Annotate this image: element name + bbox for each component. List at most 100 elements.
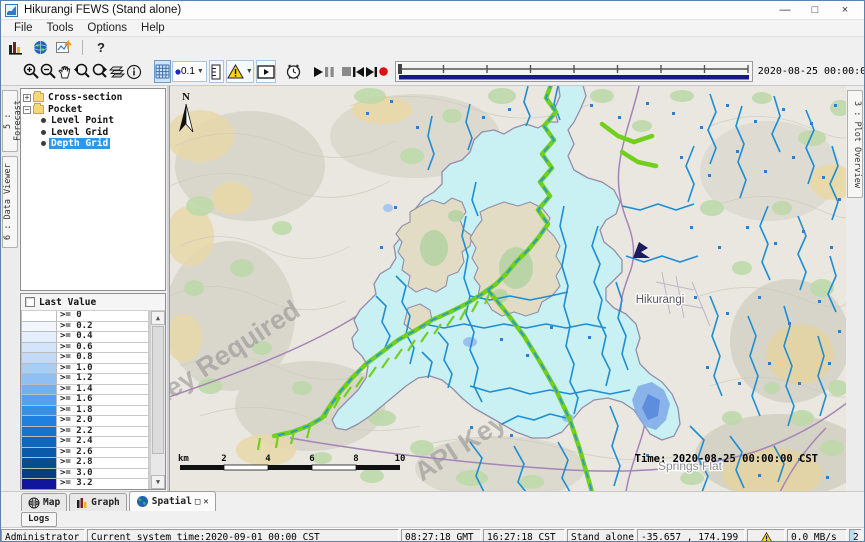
- map-time-label: Time: 2020-08-25 00:00:00 CST: [635, 453, 818, 465]
- tree-item-label[interactable]: Level Point: [49, 115, 116, 126]
- record-icon: [378, 66, 389, 77]
- tree-item-label[interactable]: Pocket: [46, 104, 84, 115]
- layers-button[interactable]: [109, 60, 126, 83]
- zoom-in-icon: [23, 63, 40, 80]
- ruler-button[interactable]: [209, 60, 224, 83]
- bullet-icon: [41, 130, 46, 135]
- collapse-icon[interactable]: −: [23, 106, 31, 114]
- tree-item-label[interactable]: Cross-section: [46, 92, 124, 103]
- step-forward-button[interactable]: [365, 60, 378, 83]
- tab-map[interactable]: Map: [21, 493, 67, 511]
- map-viewport[interactable]: API Key Required API Key Required: [169, 86, 846, 491]
- threshold-combo[interactable]: 0.1 ▼: [172, 61, 207, 82]
- status-warning[interactable]: [747, 529, 785, 542]
- tree-item-cross-section[interactable]: + Cross-section: [21, 92, 165, 104]
- legend-row: >= 0: [21, 311, 149, 322]
- expand-icon[interactable]: +: [23, 94, 31, 102]
- svg-text:4: 4: [265, 454, 271, 464]
- zoom-out-icon: [40, 63, 57, 80]
- legend-swatch-8: [21, 395, 57, 406]
- tab-graph-label: Graph: [91, 497, 120, 508]
- time-slider-handle[interactable]: [398, 64, 402, 74]
- threshold-value: 0.1: [181, 66, 195, 77]
- status-bar: Administrator Current system time:2020-0…: [1, 528, 864, 542]
- legend-swatch-13: [21, 448, 57, 459]
- grid-overlay-button[interactable]: [154, 60, 171, 83]
- legend-row: >= 3.2: [21, 479, 149, 489]
- play-button[interactable]: [312, 60, 324, 83]
- data-viewer-panel: + Cross-section − Pocket Level Point Lev…: [19, 86, 169, 491]
- pause-button[interactable]: [324, 60, 335, 83]
- tree-item-level-point[interactable]: Level Point: [21, 115, 165, 127]
- tab-forecast[interactable]: 5 : Forecast: [2, 90, 18, 152]
- timer-button[interactable]: [285, 60, 302, 83]
- zoom-in-button[interactable]: [23, 60, 40, 83]
- tab-spatial[interactable]: Spatial □ ✕: [129, 491, 216, 511]
- legend-scrollbar[interactable]: ▲ ▼: [150, 311, 165, 489]
- logs-row: Logs: [1, 511, 864, 528]
- logs-tab[interactable]: Logs: [21, 512, 57, 527]
- legend-swatch-3: [21, 343, 57, 354]
- toolbar-separator: [82, 40, 83, 55]
- tree-item-pocket[interactable]: − Pocket: [21, 104, 165, 116]
- alarm-clock-icon: [285, 63, 302, 80]
- scroll-up-icon[interactable]: ▲: [151, 311, 165, 325]
- time-slider[interactable]: [395, 61, 753, 82]
- close-button[interactable]: ×: [830, 2, 860, 19]
- spatial-display-button[interactable]: [28, 38, 52, 57]
- zoom-next-button[interactable]: [91, 60, 109, 83]
- record-button[interactable]: [378, 60, 389, 83]
- map-canvas[interactable]: API Key Required API Key Required: [170, 86, 846, 491]
- title-bar: Hikurangi FEWS (Stand alone) — □ ×: [1, 1, 864, 20]
- thresholds-warning-button[interactable]: ▼: [226, 60, 254, 83]
- menu-help[interactable]: Help: [134, 22, 172, 34]
- info-button[interactable]: [126, 60, 142, 83]
- chart-arrow-icon: [56, 40, 73, 55]
- scroll-thumb[interactable]: [152, 326, 164, 454]
- restore-pane-icon[interactable]: □: [195, 497, 200, 507]
- tab-data-viewer[interactable]: 6 : Data Viewer: [2, 156, 18, 248]
- folder-icon: [33, 93, 44, 102]
- info-icon: [126, 64, 142, 80]
- grid-display-button[interactable]: [52, 38, 76, 57]
- chevron-down-icon: ▼: [246, 68, 253, 75]
- help-button[interactable]: ?: [89, 38, 113, 57]
- tree-item-label-selected[interactable]: Depth Grid: [49, 138, 110, 149]
- zoom-next-icon: [91, 63, 109, 80]
- close-pane-icon[interactable]: ✕: [203, 497, 208, 507]
- menu-tools[interactable]: Tools: [40, 22, 81, 34]
- pan-hand-icon: [57, 64, 73, 80]
- legend-panel: Last Value >= 0 >= 0.2 >= 0.4 >= 0.6 >= …: [20, 293, 166, 490]
- tree-item-label[interactable]: Level Grid: [49, 127, 110, 138]
- tab-graph[interactable]: Graph: [69, 493, 127, 511]
- tree-item-level-grid[interactable]: Level Grid: [21, 127, 165, 139]
- zoom-out-button[interactable]: [40, 60, 57, 83]
- pan-button[interactable]: [57, 60, 73, 83]
- maximize-button[interactable]: □: [800, 2, 830, 19]
- app-logo-icon: [5, 4, 18, 17]
- menu-options[interactable]: Options: [80, 22, 134, 34]
- animation-button[interactable]: [256, 60, 276, 83]
- zoom-previous-button[interactable]: [73, 60, 91, 83]
- bullet-icon: [41, 118, 46, 123]
- layers-icon: [109, 64, 126, 79]
- menu-file[interactable]: File: [7, 22, 40, 34]
- legend-row: >= 2.8: [21, 458, 149, 469]
- last-value-checkbox[interactable]: [25, 297, 35, 307]
- scroll-down-icon[interactable]: ▼: [151, 475, 165, 489]
- pause-icon: [324, 66, 335, 78]
- tab-spatial-label: Spatial: [152, 496, 192, 507]
- filter-tree: + Cross-section − Pocket Level Point Lev…: [20, 88, 166, 291]
- minimize-button[interactable]: —: [770, 2, 800, 19]
- zoom-previous-icon: [73, 63, 91, 80]
- legend-label: >= 3.2: [57, 479, 149, 489]
- grid-icon: [155, 64, 170, 79]
- legend-swatch-9: [21, 406, 57, 417]
- globe-icon: [28, 497, 40, 509]
- stop-button[interactable]: [341, 60, 352, 83]
- tab-plot-overview[interactable]: 3 : Plot Overview: [847, 90, 863, 198]
- database-display-button[interactable]: [4, 38, 28, 57]
- tab-map-label: Map: [43, 497, 60, 508]
- step-back-button[interactable]: [352, 60, 365, 83]
- tree-item-depth-grid[interactable]: Depth Grid: [21, 138, 165, 150]
